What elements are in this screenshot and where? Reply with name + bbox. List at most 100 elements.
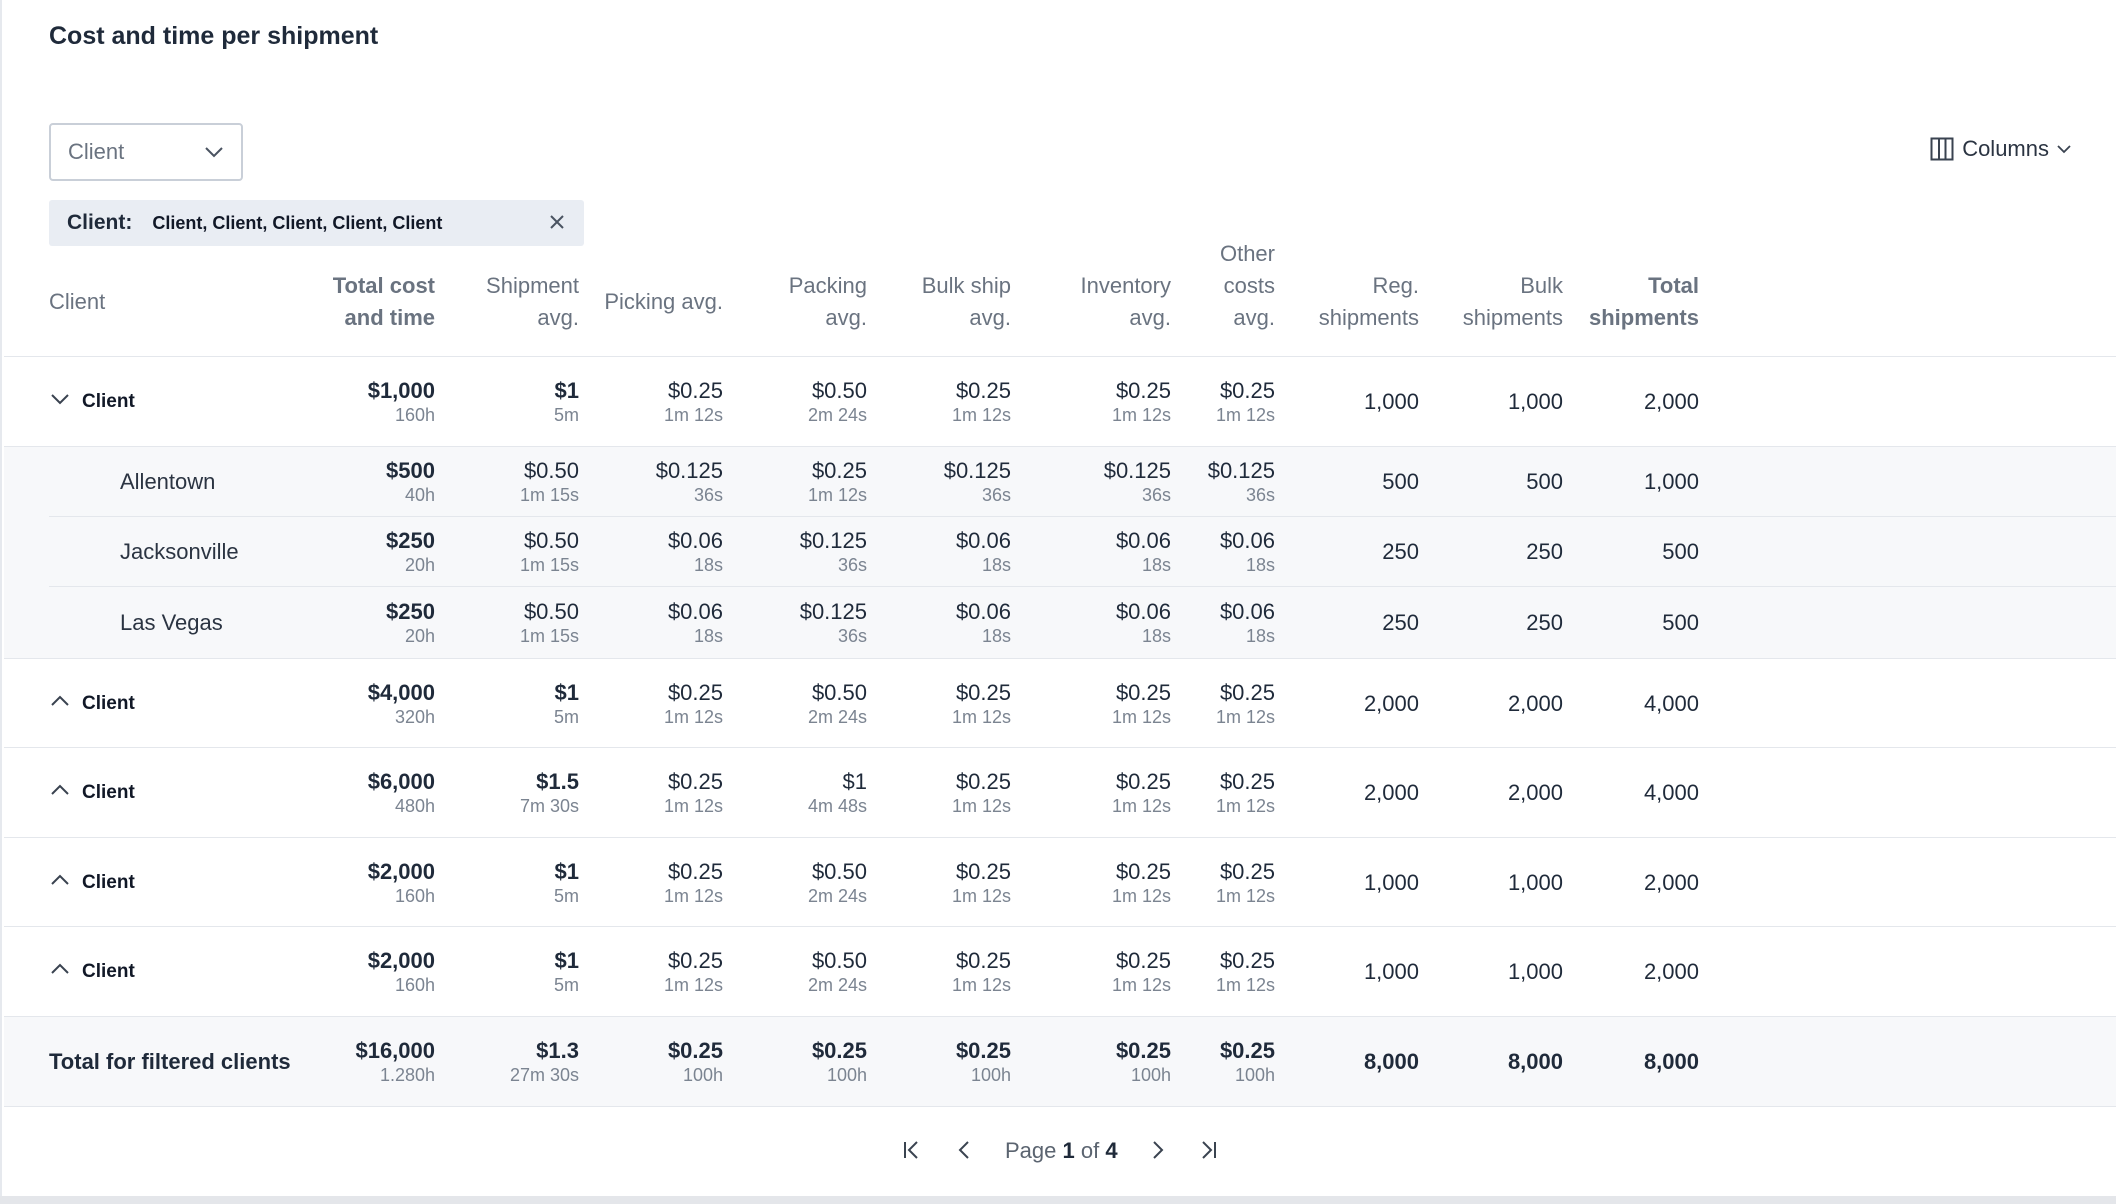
page-indicator: Page 1 of 4	[1005, 1138, 1118, 1163]
cell-bulk: $0.25 1m 12s	[951, 858, 1011, 906]
cell-inv: $0.25 1m 12s	[1111, 378, 1171, 425]
group-by-value: Client	[68, 139, 125, 164]
cell-total: $6,000 480h	[367, 769, 435, 816]
pagination: Page 1 of 4	[2, 1134, 2116, 1174]
chevron-down-icon[interactable]	[49, 388, 71, 410]
column-header-pick[interactable]: Picking avg.	[604, 286, 723, 318]
cell-bulk: $0.06 18s	[955, 528, 1011, 575]
row-divider	[4, 1106, 2116, 1107]
table-row[interactable]: Client $2,000 160h $1 5m $0.25 1m 12s $0.50 2m 2…	[4, 927, 2116, 1017]
column-header-inv[interactable]: Inventory avg.	[1081, 270, 1172, 334]
child-row[interactable]: Allentown $500 40h $0.50 1m 15s $0.125 36s $0.2…	[4, 447, 2116, 517]
cell-reg: 1,000	[1363, 869, 1419, 895]
cell-bship: 2,000	[1507, 690, 1563, 716]
cell-tship: 500	[1662, 539, 1699, 564]
chevron-up-icon[interactable]	[49, 869, 71, 891]
cell-bship: 2,000	[1507, 780, 1563, 805]
page-title: Cost and time per shipment	[49, 22, 379, 50]
group-by-select[interactable]: Client	[49, 123, 243, 181]
cell-bship: 500	[1526, 469, 1563, 494]
cell-total: $500 40h	[386, 458, 435, 505]
cell-total: $4,000 320h	[367, 679, 435, 727]
columns-button[interactable]: Columns	[1930, 136, 2071, 162]
cell-ship: $0.50 1m 15s	[519, 599, 579, 646]
row-name: Client	[82, 871, 135, 893]
cell-bulk: $0.25 100h	[955, 1038, 1011, 1085]
cell-inv: $0.06 18s	[1115, 599, 1171, 646]
cell-inv: $0.25 1m 12s	[1111, 679, 1171, 727]
cell-ship: $1.5 7m 30s	[519, 769, 579, 816]
table-row[interactable]: Client $2,000 160h $1 5m $0.25 1m 12s $0.50 2m 2…	[4, 838, 2116, 927]
cell-other: $0.25 1m 12s	[1215, 858, 1275, 906]
cell-tship: 500	[1662, 610, 1699, 635]
child-row[interactable]: Las Vegas $250 20h $0.50 1m 15s $0.06 18s $0.12…	[4, 587, 2116, 659]
cell-pick: $0.25 100h	[667, 1038, 723, 1085]
filter-chip-label: Client:	[67, 211, 133, 234]
chevron-down-icon	[205, 147, 223, 158]
cell-ship: $1 5m	[553, 679, 579, 727]
cell-total: $1,000 160h	[367, 378, 435, 425]
cell-bulk: $0.25 1m 12s	[951, 679, 1011, 727]
cell-bship: 250	[1526, 610, 1563, 635]
cell-inv: $0.25 1m 12s	[1111, 769, 1171, 816]
columns-label: Columns	[1962, 136, 2049, 161]
cell-tship: 4,000	[1643, 780, 1699, 805]
cell-bulk: $0.25 1m 12s	[951, 378, 1011, 425]
cell-pack: $0.50 2m 24s	[807, 378, 867, 425]
column-header-bulk[interactable]: Bulk ship avg.	[922, 270, 1011, 334]
chevron-up-icon[interactable]	[49, 690, 71, 712]
cell-reg: 1,000	[1363, 959, 1419, 984]
cell-bship: 1,000	[1507, 959, 1563, 984]
cell-pack: $0.125 36s	[799, 599, 867, 646]
child-row[interactable]: Jacksonville $250 20h $0.50 1m 15s $0.06 18s $0…	[4, 517, 2116, 587]
next-page-icon[interactable]	[1145, 1138, 1169, 1167]
close-icon[interactable]	[546, 211, 568, 238]
cell-total: $16,000 1.280h	[355, 1038, 435, 1085]
cell-pick: $0.25 1m 12s	[663, 948, 723, 995]
previous-page-icon[interactable]	[953, 1138, 977, 1167]
cell-tship: 1,000	[1643, 469, 1699, 494]
cell-pick: $0.06 18s	[667, 528, 723, 575]
cell-ship: $1 5m	[553, 378, 579, 425]
first-page-icon[interactable]	[900, 1138, 924, 1167]
column-header-pack[interactable]: Packing avg.	[789, 270, 867, 334]
cell-ship: $0.50 1m 15s	[519, 528, 579, 575]
table-row[interactable]: Client $4,000 320h $1 5m $0.25 1m 12s $0.50 2m 2…	[4, 659, 2116, 748]
cell-bulk: $0.125 36s	[943, 458, 1011, 505]
cell-bulk: $0.25 1m 12s	[951, 948, 1011, 995]
cell-total: $2,000 160h	[367, 858, 435, 906]
column-header-client[interactable]: Client	[49, 286, 105, 318]
cell-other: $0.06 18s	[1219, 528, 1275, 575]
cell-pack: $1 4m 48s	[807, 769, 867, 816]
row-name: Allentown	[120, 469, 216, 494]
chevron-up-icon[interactable]	[49, 958, 71, 980]
table-row[interactable]: Client $6,000 480h $1.5 7m 30s $0.25 1m 12s $1 4…	[4, 748, 2116, 838]
column-header-total[interactable]: Total cost and time	[333, 270, 435, 334]
last-page-icon[interactable]	[1196, 1138, 1220, 1167]
cell-tship: 2,000	[1643, 389, 1699, 414]
cell-bship: 8,000	[1507, 1049, 1563, 1074]
cell-ship: $1 5m	[553, 948, 579, 995]
column-header-bship[interactable]: Bulk shipments	[1463, 270, 1563, 334]
table-row[interactable]: Client $1,000 160h $1 5m $0.25 1m 12s $0.50 2m 2…	[4, 357, 2116, 447]
cell-pack: $0.50 2m 24s	[807, 679, 867, 727]
cell-bship: 1,000	[1507, 869, 1563, 895]
total-row: Total for filtered clients $16,000 1.280h $…	[4, 1017, 2116, 1107]
cell-other: $0.25 1m 12s	[1215, 378, 1275, 425]
column-header-reg[interactable]: Reg. shipments	[1319, 270, 1419, 334]
column-header-ship[interactable]: Shipment avg.	[486, 270, 579, 334]
cell-inv: $0.25 1m 12s	[1111, 948, 1171, 995]
filter-chip: Client: Client, Client, Client, Client, …	[49, 200, 584, 246]
chevron-up-icon[interactable]	[49, 779, 71, 801]
cell-pick: $0.06 18s	[667, 599, 723, 646]
cell-other: $0.25 1m 12s	[1215, 769, 1275, 816]
cell-total: $2,000 160h	[367, 948, 435, 995]
filter-chip-value: Client, Client, Client, Client, Client	[152, 212, 443, 233]
column-header-tship[interactable]: Total shipments	[1589, 270, 1699, 334]
cell-reg: 500	[1382, 469, 1419, 494]
chevron-down-icon	[2057, 144, 2071, 153]
cell-other: $0.25 1m 12s	[1215, 948, 1275, 995]
column-header-other[interactable]: Other costs avg.	[1220, 238, 1275, 334]
row-name: Jacksonville	[120, 539, 239, 564]
columns-icon	[1930, 137, 1954, 161]
